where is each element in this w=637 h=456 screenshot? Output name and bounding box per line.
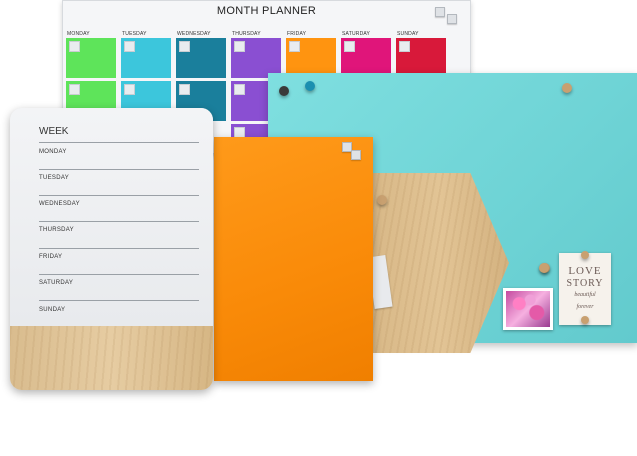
magnet-icon (351, 150, 361, 160)
magnet-pin-icon (581, 316, 589, 324)
magnet-pin-icon (377, 195, 387, 205)
month-cell-sunday (396, 38, 446, 78)
month-day-label: TUESDAY (122, 31, 147, 37)
orange-glass-board (214, 137, 373, 381)
month-cell-thursday (231, 38, 281, 78)
love-card-line: LOVE (568, 265, 602, 277)
week-day-label: THURSDAY (39, 227, 74, 233)
magnet-pin-icon (539, 263, 549, 273)
month-day-label: SUNDAY (397, 31, 419, 37)
magnet-pin-icon (562, 83, 572, 93)
week-divider (39, 300, 199, 301)
week-board-glass (10, 108, 213, 326)
week-divider (39, 248, 199, 249)
love-card-line: forever (576, 304, 594, 310)
love-card-line: STORY (566, 278, 604, 289)
month-day-label: THURSDAY (232, 31, 261, 37)
love-story-card: LOVE STORY beautiful forever (559, 251, 611, 325)
week-day-label: FRIDAY (39, 254, 63, 260)
week-divider (39, 195, 199, 196)
week-day-label: MONDAY (39, 149, 67, 155)
magnet-icon (435, 7, 445, 17)
week-title: WEEK (39, 126, 69, 137)
month-day-label: MONDAY (67, 31, 90, 37)
month-day-label: SATURDAY (342, 31, 371, 37)
week-day-label: SUNDAY (39, 307, 66, 313)
photo-card (503, 288, 553, 330)
month-cell-tuesday (121, 38, 171, 78)
week-divider (39, 169, 199, 170)
week-board-wood-base (10, 326, 213, 390)
month-cell-monday (66, 38, 116, 78)
month-cell-wednesday (176, 38, 226, 78)
week-divider (39, 221, 199, 222)
week-day-label: SATURDAY (39, 280, 74, 286)
magnet-icon (447, 14, 457, 24)
month-cell-friday (286, 38, 336, 78)
week-divider (39, 142, 199, 143)
week-divider (39, 274, 199, 275)
month-planner-title: MONTH PLANNER (216, 5, 317, 17)
week-day-label: TUESDAY (39, 175, 69, 181)
love-card-line: beautiful (574, 292, 596, 298)
week-day-label: WEDNESDAY (39, 201, 80, 207)
month-day-label: FRIDAY (287, 31, 307, 37)
magnet-pin-icon (581, 251, 589, 259)
month-day-label: WEDNESDAY (177, 31, 211, 37)
flower-photo (506, 291, 550, 327)
magnet-pin-icon (305, 81, 315, 91)
month-cell-saturday (341, 38, 391, 78)
magnet-pin-icon (279, 86, 289, 96)
week-planner-board: WEEK MONDAY TUESDAY WEDNESDAY THURSDAY F… (10, 108, 213, 390)
